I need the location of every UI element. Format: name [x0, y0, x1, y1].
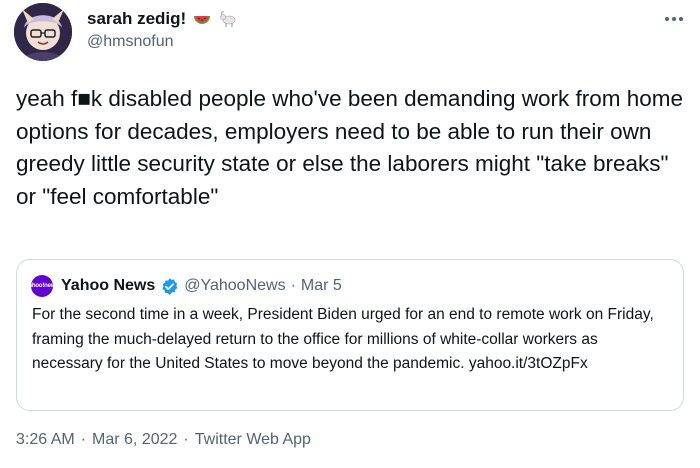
quoted-author-handle[interactable]: @YahooNews — [184, 277, 285, 295]
footer-separator: · — [183, 431, 189, 448]
quoted-author-name[interactable]: Yahoo News — [61, 277, 155, 295]
quoted-author-avatar[interactable]: yahoo!news — [26, 275, 59, 297]
verified-badge-icon — [160, 277, 179, 296]
tweet: sarah zedig! @hmsnofun yeah f■k disabled… — [0, 0, 700, 468]
quoted-separator: · — [290, 277, 296, 294]
author-handle[interactable]: @hmsnofun — [87, 33, 174, 51]
tweet-footer: 3:26 AM · Mar 6, 2022 · Twitter Web App — [16, 431, 311, 449]
watermelon-emoji-icon — [192, 9, 212, 29]
quoted-tweet-header: yahoo!news Yahoo News @YahooNews · Mar 5 — [26, 274, 342, 298]
author-avatar[interactable] — [14, 3, 72, 61]
quoted-tweet-card[interactable]: yahoo!news Yahoo News @YahooNews · Mar 5… — [16, 259, 684, 411]
tweet-text: yeah f■k disabled people who've been dem… — [16, 86, 690, 209]
quoted-tweet-text: For the second time in a week, President… — [32, 306, 654, 372]
author-name-row: sarah zedig! — [87, 7, 238, 31]
tweet-date[interactable]: Mar 6, 2022 — [92, 431, 177, 449]
more-options-icon[interactable] — [662, 9, 686, 29]
quoted-date[interactable]: Mar 5 — [301, 277, 342, 295]
author-display-name[interactable]: sarah zedig! — [87, 9, 186, 29]
footer-separator: · — [80, 431, 87, 448]
avatar-illustration — [14, 3, 72, 61]
goat-emoji-icon — [218, 9, 238, 29]
tweet-source[interactable]: Twitter Web App — [195, 431, 311, 449]
tweet-time[interactable]: 3:26 AM — [16, 431, 75, 449]
